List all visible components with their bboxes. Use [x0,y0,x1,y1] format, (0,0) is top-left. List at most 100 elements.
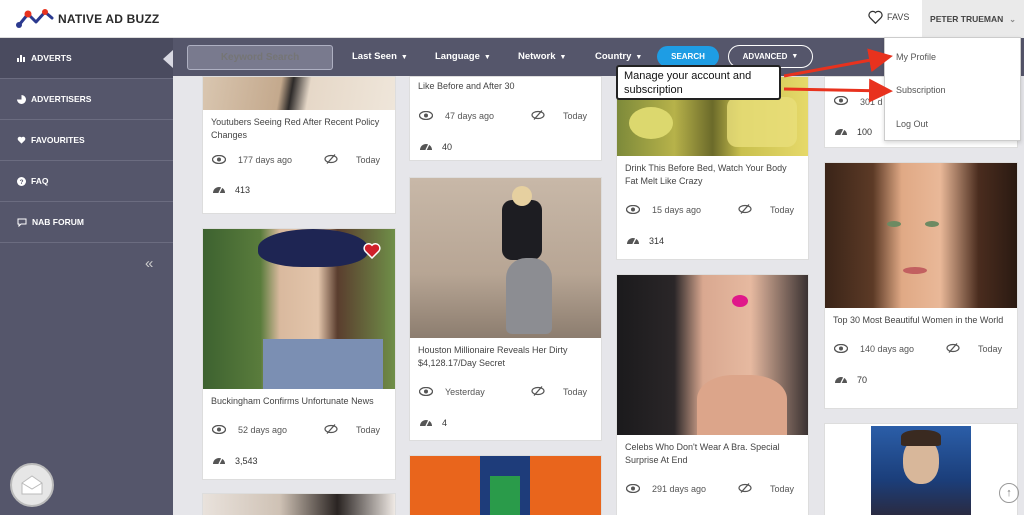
ad-title: Celebs Who Don't Wear A Bra. Special Sur… [625,442,780,465]
speedometer-icon [212,183,226,196]
scroll-to-top-button[interactable]: ↑ [999,483,1019,503]
eye-icon [211,154,228,166]
menu-item-log-out[interactable]: Log Out [896,119,928,129]
ad-title: Youtubers Seeing Red After Recent Policy… [211,117,380,140]
ad-card[interactable]: Like Before and After 30 47 days ago Tod… [409,76,602,161]
collapse-sidebar-icon[interactable]: « [145,255,153,272]
eye-icon [833,343,850,355]
clicks-count: 100 [857,126,873,137]
last-seen-dropdown[interactable]: Last Seen ▼ [352,51,408,62]
first-seen: 140 days ago [860,344,915,354]
annotation-callout: Manage your account and subscription [616,65,781,100]
chat-bubble-icon [17,218,27,227]
user-name: PETER TRUEMAN [930,14,1004,24]
sidebar-item-label: FAQ [31,176,49,186]
eye-slash-icon [946,343,964,355]
ad-title: Drink This Before Bed, Watch Your Body F… [625,163,787,186]
sidebar-item-adverts[interactable]: ADVERTS [0,38,173,79]
clicks-count: 3,543 [235,455,258,466]
chevron-down-icon: ▼ [559,54,567,61]
clicks-count: 4 [442,417,448,428]
sidebar-item-advertisers[interactable]: ADVERTISERS [0,79,173,120]
search-button[interactable]: SEARCH [657,46,719,67]
ad-card[interactable]: Buckingham Confirms Unfortunate News 52 … [202,228,396,480]
svg-text:?: ? [20,179,24,186]
chevron-down-icon: ▼ [635,54,643,61]
language-dropdown[interactable]: Language ▼ [435,51,491,62]
ad-card[interactable]: Youtubers Seeing Red After Recent Policy… [202,76,396,214]
eye-icon [625,204,642,216]
ad-card[interactable] [824,423,1018,515]
ad-clicks: 413 [203,183,395,196]
chevron-down-icon: ⌄ [1009,14,1016,24]
ad-card[interactable] [409,455,602,515]
ad-thumbnail [203,494,395,515]
ad-title: Houston Millionaire Reveals Her Dirty $4… [418,345,568,368]
eye-slash-icon [738,204,756,216]
sidebar-item-favourites[interactable]: FAVOURITES [0,120,173,161]
heart-outline-icon [868,10,883,24]
eye-icon [833,95,850,107]
ad-title: Buckingham Confirms Unfortunate News [211,396,374,406]
ad-card[interactable]: Houston Millionaire Reveals Her Dirty $4… [409,177,602,441]
network-dropdown[interactable]: Network ▼ [518,51,566,62]
ad-clicks: 70 [825,373,1017,386]
sidebar-item-label: ADVERTISERS [31,94,92,104]
ad-title: Top 30 Most Beautiful Women in the World [833,315,1004,325]
ad-card[interactable]: Top 30 Most Beautiful Women in the World… [824,162,1018,409]
favs-link[interactable]: FAVS [868,10,909,24]
last-seen: Today [770,484,795,494]
keyword-search-input[interactable] [187,45,333,70]
network-label: Network [518,51,556,62]
ad-thumbnail [617,275,808,435]
ad-card[interactable] [202,493,396,515]
first-seen: 47 days ago [445,111,495,121]
sidebar-item-nab-forum[interactable]: NAB FORUM [0,202,173,243]
ad-card[interactable]: Celebs Who Don't Wear A Bra. Special Sur… [616,274,809,515]
ad-stats: 291 days ago Today [617,483,808,495]
last-seen: Today [356,425,381,435]
country-dropdown[interactable]: Country ▼ [595,51,642,62]
first-seen: 291 days ago [652,484,707,494]
speedometer-icon [419,140,433,153]
sidebar-item-faq[interactable]: ? FAQ [0,161,173,202]
chevron-down-icon: ▼ [483,54,491,61]
menu-item-my-profile[interactable]: My Profile [896,52,936,62]
ad-card[interactable]: Drink This Before Bed, Watch Your Body F… [616,76,809,260]
sidebar-item-label: NAB FORUM [32,217,84,227]
envelope-icon [21,475,43,495]
menu-item-subscription[interactable]: Subscription [896,85,946,95]
speedometer-icon [626,234,640,247]
last-seen-label: Last Seen [352,51,397,62]
native-ad-buzz-logo-icon[interactable] [16,8,56,30]
user-menu-button[interactable]: PETER TRUEMAN ⌄ [922,0,1024,38]
first-seen: Yesterday [445,387,485,397]
eye-icon [418,110,435,122]
clicks-count: 70 [857,374,868,385]
last-seen: Today [563,111,588,121]
ad-clicks: 3,543 [203,454,395,467]
favourite-heart-icon[interactable] [363,242,381,259]
ad-thumbnail [203,77,395,110]
ad-clicks: 314 [617,234,808,247]
ad-clicks: 4 [410,416,601,429]
ad-stats: 47 days ago Today [410,110,601,122]
top-header: NATIVE AD BUZZ FAVS PETER TRUEMAN ⌄ [0,0,1024,38]
ad-clicks: 40 [410,140,601,153]
eye-slash-icon [531,386,549,398]
eye-slash-icon [324,154,342,166]
last-seen: Today [356,155,381,165]
eye-icon [211,424,228,436]
favs-label: FAVS [887,12,910,22]
arrow-up-icon: ↑ [1006,487,1012,499]
ad-thumbnail [410,456,601,515]
chevron-down-icon: ▼ [400,54,408,61]
ad-stats: 140 days ago Today [825,343,1017,355]
first-seen: 15 days ago [652,205,702,215]
speedometer-icon [212,454,226,467]
sidebar-item-label: FAVOURITES [31,135,85,145]
messages-button[interactable] [10,463,54,507]
user-dropdown-menu: My Profile Subscription Log Out [884,37,1021,141]
eye-slash-icon [531,110,549,122]
eye-slash-icon [738,483,756,495]
